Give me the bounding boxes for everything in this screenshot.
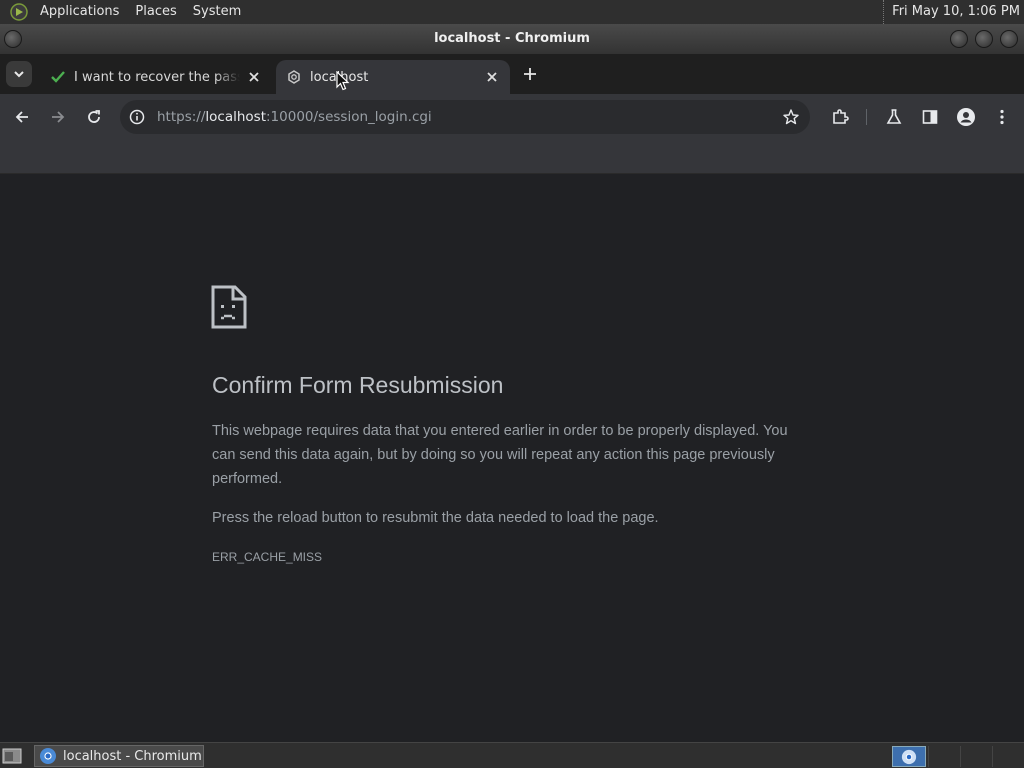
taskbar-chromium-window[interactable]: localhost - Chromium bbox=[34, 745, 204, 767]
arrow-right-icon bbox=[52, 111, 65, 123]
chromium-icon bbox=[40, 748, 56, 764]
reload-button[interactable] bbox=[82, 105, 106, 129]
close-tab-icon[interactable] bbox=[484, 69, 500, 85]
tab-recover-password[interactable]: I want to recover the password bbox=[40, 60, 272, 94]
new-tab-button[interactable] bbox=[520, 64, 540, 84]
labs-button[interactable] bbox=[882, 105, 906, 129]
kebab-menu-icon bbox=[1000, 109, 1004, 125]
close-window-button[interactable] bbox=[1000, 30, 1018, 48]
checkmark-icon bbox=[50, 69, 66, 85]
chromium-icon bbox=[901, 749, 917, 764]
tab-localhost[interactable]: localhost bbox=[276, 60, 510, 94]
tab-label: I want to recover the password bbox=[74, 69, 240, 85]
workspace-1[interactable] bbox=[928, 746, 958, 767]
error-page: Confirm Form Resubmission This webpage r… bbox=[0, 174, 1024, 742]
error-instruction: Press the reload button to resubmit the … bbox=[212, 510, 659, 526]
tab-label: localhost bbox=[310, 70, 476, 85]
puzzle-icon bbox=[833, 109, 849, 124]
bookmark-bar bbox=[0, 140, 1024, 174]
browser-toolbar: https://localhost:10000/session_login.cg… bbox=[0, 94, 1024, 140]
arrow-left-icon bbox=[15, 111, 28, 123]
tray-chromium-button[interactable] bbox=[892, 746, 926, 767]
close-tab-icon[interactable] bbox=[246, 69, 262, 85]
back-button[interactable] bbox=[10, 105, 34, 129]
tab-search-button[interactable] bbox=[6, 61, 32, 87]
bookmark-star-icon[interactable] bbox=[782, 108, 800, 126]
minimize-button[interactable] bbox=[950, 30, 968, 48]
chevron-down-icon bbox=[14, 71, 24, 78]
panel-clock[interactable]: Fri May 10, 1:06 PM bbox=[883, 0, 1020, 24]
side-panel-icon bbox=[922, 110, 938, 124]
tab-strip: I want to recover the password localhost bbox=[0, 54, 1024, 94]
profile-button[interactable] bbox=[954, 105, 978, 129]
workspace-2[interactable] bbox=[960, 746, 990, 767]
menu-button[interactable] bbox=[990, 105, 1014, 129]
plus-icon bbox=[524, 68, 536, 80]
maximize-button[interactable] bbox=[975, 30, 993, 48]
top-panel: Applications Places System Fri May 10, 1… bbox=[0, 0, 1024, 24]
extensions-button[interactable] bbox=[828, 105, 852, 129]
show-desktop-icon[interactable] bbox=[2, 747, 22, 765]
window-title: localhost - Chromium bbox=[434, 31, 590, 46]
profile-icon bbox=[957, 108, 975, 126]
address-bar[interactable]: https://localhost:10000/session_login.cg… bbox=[120, 100, 810, 134]
taskbar-item-label: localhost - Chromium bbox=[63, 748, 202, 764]
sad-page-icon bbox=[211, 285, 247, 329]
bottom-taskbar: localhost - Chromium bbox=[0, 742, 1024, 768]
distro-logo-icon[interactable] bbox=[8, 1, 30, 23]
side-panel-button[interactable] bbox=[918, 105, 942, 129]
site-info-icon[interactable] bbox=[128, 108, 146, 126]
system-menu[interactable]: System bbox=[187, 0, 247, 24]
window-menu-button[interactable] bbox=[4, 30, 22, 48]
workspace-3[interactable] bbox=[992, 746, 1022, 767]
applications-menu[interactable]: Applications bbox=[34, 0, 125, 24]
error-title: Confirm Form Resubmission bbox=[212, 372, 504, 398]
mouse-cursor-icon bbox=[336, 71, 350, 91]
reload-icon bbox=[88, 110, 100, 123]
error-explanation: This webpage requires data that you ente… bbox=[212, 423, 788, 487]
places-menu[interactable]: Places bbox=[129, 0, 182, 24]
error-code: ERR_CACHE_MISS bbox=[212, 550, 323, 564]
forward-button[interactable] bbox=[46, 105, 70, 129]
url-text[interactable]: https://localhost:10000/session_login.cg… bbox=[157, 100, 432, 134]
flask-icon bbox=[886, 109, 902, 124]
webmin-icon bbox=[286, 69, 302, 85]
window-title-bar[interactable]: localhost - Chromium bbox=[0, 24, 1024, 54]
toolbar-divider bbox=[866, 109, 867, 125]
